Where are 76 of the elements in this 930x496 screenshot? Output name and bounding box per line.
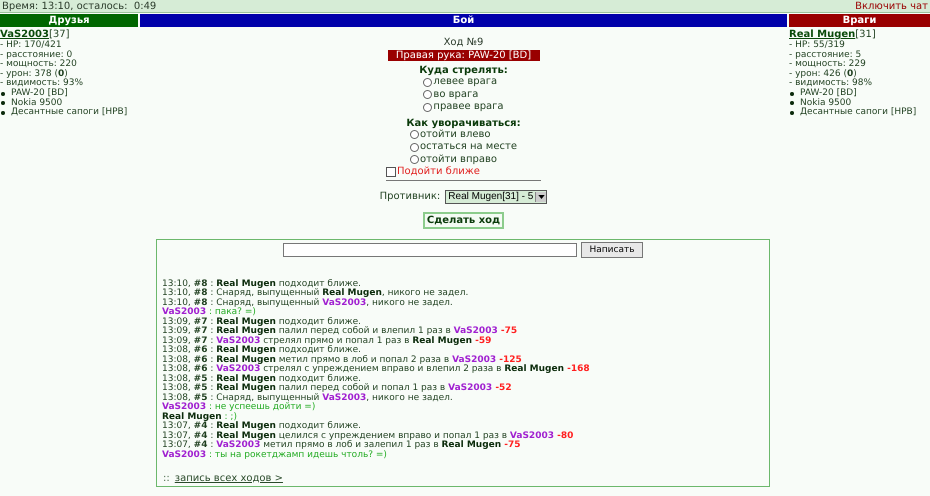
radio-button[interactable]	[410, 142, 419, 152]
enable-chat-link[interactable]: Включить чат	[855, 0, 928, 12]
radio-button[interactable]	[423, 102, 432, 112]
log-line: 13:09, #7 : VaS2003 стрелял прямо и попал 1 раз в Real Mugen -59	[162, 336, 492, 346]
timer-text: Время: 13:10, осталось: 0:49	[2, 0, 156, 12]
log-line: 13:10, #8 : Real Mugen подходит ближе.	[162, 280, 362, 288]
checkbox[interactable]	[386, 167, 396, 178]
radio-label: правее врага	[433, 101, 504, 114]
player-stat: - видимость: 93%	[0, 79, 84, 88]
log-line: VaS2003 : не успеешь дойти =)	[162, 403, 316, 412]
log-line: 13:07, #4 : VaS2003 метил прямо в лоб и залепил 1 раз в Real Mugen -75	[162, 441, 522, 450]
player-stat: - расстояние: 5	[789, 50, 862, 60]
opponent-select[interactable]: Real Mugen[31] - 5	[445, 190, 548, 204]
radio-label: левее врага	[433, 76, 498, 88]
player-level: [31]	[855, 29, 876, 40]
player-stat: - HP: 170/421	[0, 41, 63, 51]
player-stat: - урон: 426 (0)	[789, 70, 857, 79]
opponent-label: Противник:	[380, 191, 440, 202]
checkbox-label: Подойти ближе	[397, 166, 480, 178]
send-button[interactable]: Написать	[581, 242, 643, 258]
player-level: [37]	[48, 29, 70, 40]
player-stat: - HP: 55/319	[789, 41, 846, 51]
log-line: VaS2003 : пака? =)	[162, 308, 257, 317]
log-line: 13:08, #5 : Real Mugen палил перед собой и попал 1 раз в VaS2003 -52	[162, 384, 513, 393]
log-line: 13:09, #7 : Real Mugen подходит ближе.	[162, 318, 362, 326]
log-line: 13:08, #6 : Real Mugen метил прямо в лоб и попал 2 раза в VaS2003 -125	[162, 356, 522, 364]
friends-header: Друзья	[0, 14, 138, 27]
bullet-icon	[1, 92, 5, 96]
bullet-icon	[1, 101, 5, 106]
player-name-link[interactable]: Real Mugen	[789, 29, 856, 40]
make-move-button[interactable]: Сделать ход	[422, 212, 504, 228]
player-item: Десантные сапоги [HPB]	[11, 108, 128, 118]
radio-button[interactable]	[423, 78, 432, 87]
history-link[interactable]: запись всех ходов >	[174, 472, 283, 484]
player-stat: - урон: 378 (0)	[0, 70, 68, 79]
player-name-link[interactable]: VaS2003	[0, 29, 49, 40]
history-prefix: ::	[163, 472, 170, 484]
log-line: 13:10, #8 : Снаряд, выпущенный VaS2003, никого не задел.	[162, 298, 454, 308]
enemies-header: Враги	[789, 14, 930, 27]
log-line: 13:08, #5 : Снаряд, выпущенный VaS2003, никого не задел.	[162, 394, 454, 402]
group-title: Куда стрелять:	[419, 65, 508, 76]
group-title: Как уворачиваться:	[406, 118, 521, 128]
radio-label: отойти влево	[420, 128, 490, 141]
weapon-banner: Правая рука: PAW-20 [BD]	[388, 50, 540, 61]
player-stat: - мощность: 229	[789, 60, 867, 70]
bullet-icon	[790, 110, 794, 115]
player-item: Nokia 9500	[800, 98, 852, 108]
dropdown-arrow-icon	[535, 192, 546, 202]
player-stat: - мощность: 220	[0, 60, 78, 70]
bullet-icon	[790, 92, 794, 96]
bullet-icon	[1, 110, 5, 115]
log-line: 13:09, #7 : Real Mugen палил перед собой и влепил 1 раз в VaS2003 -75	[162, 327, 518, 336]
log-line: 13:07, #4 : Real Mugen подходит ближе.	[162, 422, 362, 431]
radio-label: во врага	[433, 88, 478, 101]
log-line: VaS2003 : ты на рокетджамп идешь чтоль? =)	[162, 450, 388, 460]
log-line: 13:08, #6 : Real Mugen подходит ближе.	[162, 346, 362, 355]
player-item: PAW-20 [BD]	[11, 88, 68, 98]
player-stat: - видимость: 98%	[789, 79, 874, 88]
log-line: 13:10, #8 : Снаряд, выпущенный Real Mugen, никого не задел.	[162, 289, 470, 298]
player-item: PAW-20 [BD]	[800, 88, 857, 98]
battle-header: Бой	[140, 14, 787, 27]
log-line: 13:08, #6 : VaS2003 стрелял с упреждением вправо и влепил 2 раза в Real Mugen -168	[162, 365, 591, 374]
player-stat: - расстояние: 0	[0, 50, 72, 60]
radio-label: остаться на месте	[420, 141, 517, 154]
radio-button[interactable]	[423, 90, 432, 100]
message-input[interactable]	[283, 242, 578, 256]
log-line: 13:08, #5 : Real Mugen подходит ближе.	[162, 374, 362, 384]
radio-button[interactable]	[410, 155, 419, 164]
radio-label: отойти вправо	[420, 154, 497, 166]
radio-button[interactable]	[410, 130, 419, 140]
player-item: Десантные сапоги [HPB]	[800, 108, 916, 118]
turn-number: Ход №9	[444, 37, 484, 48]
player-item: Nokia 9500	[11, 98, 62, 108]
log-line: Real Mugen : ;)	[162, 412, 237, 422]
bullet-icon	[790, 101, 794, 106]
log-line: 13:07, #4 : Real Mugen целился с упреждением вправо и попал 1 раз в VaS2003 -80	[162, 432, 574, 440]
